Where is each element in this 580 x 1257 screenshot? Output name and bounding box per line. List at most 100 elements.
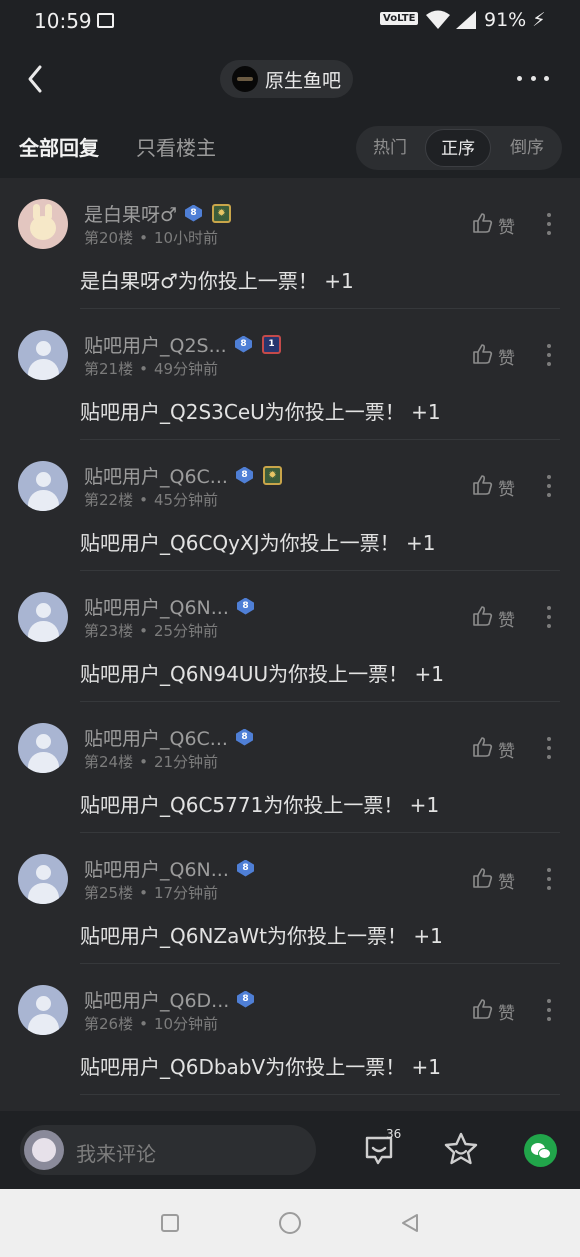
reply-item[interactable]: 贴吧用户_Q6N... 8 第23楼 • 25分钟前 赞贴吧用户_Q6N94UU为你投上一… xyxy=(0,571,580,702)
thumbs-up-icon xyxy=(472,474,498,501)
like-button[interactable]: 赞 xyxy=(472,605,515,632)
username[interactable]: 贴吧用户_Q2S... xyxy=(84,331,227,358)
rank-badge-icon: 1 xyxy=(262,334,281,354)
thumbs-up-icon xyxy=(472,736,498,763)
sort-segmented-control: 热门 正序 倒序 xyxy=(356,126,562,170)
level-badge-icon: 8 xyxy=(237,859,254,877)
like-label: 赞 xyxy=(498,873,515,893)
post-meta: 第24楼 • 21分钟前 xyxy=(84,751,218,772)
post-meta: 第21楼 • 49分钟前 xyxy=(84,358,218,379)
comment-input[interactable]: 我来评论 xyxy=(20,1125,316,1175)
more-options-icon[interactable] xyxy=(517,76,549,84)
reply-count-badge: 36 xyxy=(386,1127,402,1141)
reply-filter-tabs: 全部回复 只看楼主 热门 正序 倒序 xyxy=(0,114,580,178)
like-button[interactable]: 赞 xyxy=(472,998,515,1025)
user-badges: 8 xyxy=(237,858,264,878)
meta-dot: • xyxy=(139,884,148,902)
post-more-icon[interactable] xyxy=(546,606,552,628)
back-chevron-icon[interactable] xyxy=(22,62,52,96)
post-more-icon[interactable] xyxy=(546,344,552,366)
like-button[interactable]: 赞 xyxy=(472,474,515,501)
like-label: 赞 xyxy=(498,1004,515,1024)
post-time: 10小时前 xyxy=(153,229,219,247)
post-more-icon[interactable] xyxy=(546,475,552,497)
user-badges: 81 xyxy=(235,334,281,354)
system-back-icon[interactable] xyxy=(399,1212,421,1234)
post-time: 21分钟前 xyxy=(153,753,219,771)
user-avatar[interactable] xyxy=(18,723,68,773)
divider xyxy=(80,1094,560,1095)
reply-item[interactable]: 贴吧用户_Q6C... 8 第24楼 • 21分钟前 赞贴吧用户_Q6C5771为你投上一… xyxy=(0,702,580,833)
forum-title-button[interactable]: 原生鱼吧 xyxy=(220,60,354,98)
star-favorite-icon[interactable] xyxy=(443,1131,479,1167)
reply-content: 贴吧用户_Q2S3CeU为你投上一票！ +1 xyxy=(80,400,441,424)
username[interactable]: 贴吧用户_Q6D... xyxy=(84,986,229,1013)
volte-icon: VoLTE xyxy=(380,12,419,25)
floor-number: 第21楼 xyxy=(84,360,134,378)
user-avatar[interactable] xyxy=(18,461,68,511)
home-icon[interactable] xyxy=(279,1212,301,1234)
post-time: 17分钟前 xyxy=(153,884,219,902)
meta-dot: • xyxy=(139,491,148,509)
meta-dot: • xyxy=(139,622,148,640)
like-label: 赞 xyxy=(498,349,515,369)
status-bar: 10:59 VoLTE 91% ⚡ xyxy=(0,0,580,44)
post-more-icon[interactable] xyxy=(546,868,552,890)
reply-item[interactable]: 是白果呀♂ 8 ✹ 第20楼 • 10小时前 赞是白果呀♂为你投上一票！ +1 xyxy=(0,178,580,309)
username[interactable]: 贴吧用户_Q6N... xyxy=(84,593,229,620)
top-nav-bar: 原生鱼吧 xyxy=(0,44,580,114)
charging-icon: ⚡ xyxy=(532,9,546,31)
reply-item[interactable]: 贴吧用户_Q6N... 8 第25楼 • 17分钟前 赞贴吧用户_Q6NZaWt为你投上一… xyxy=(0,833,580,964)
sort-descending[interactable]: 倒序 xyxy=(499,126,555,170)
signal-icon xyxy=(456,11,476,29)
user-badges: 8 ✹ xyxy=(236,465,282,485)
reply-content: 贴吧用户_Q6N94UU为你投上一票！ +1 xyxy=(80,662,444,686)
like-label: 赞 xyxy=(498,611,515,631)
recent-apps-icon[interactable] xyxy=(161,1214,179,1232)
post-meta: 第26楼 • 10分钟前 xyxy=(84,1013,218,1034)
level-badge-icon: 8 xyxy=(237,990,254,1008)
user-avatar[interactable] xyxy=(18,854,68,904)
username[interactable]: 贴吧用户_Q6N... xyxy=(84,855,229,882)
system-nav-bar xyxy=(0,1189,580,1257)
reply-item[interactable]: 贴吧用户_Q6C... 8 ✹ 第22楼 • 45分钟前赞贴吧用户_Q6CQyXJ为你投上… xyxy=(0,440,580,571)
tab-all-replies[interactable]: 全部回复 xyxy=(19,132,99,161)
wechat-share-icon[interactable] xyxy=(524,1134,557,1167)
like-button[interactable]: 赞 xyxy=(472,343,515,370)
floor-number: 第25楼 xyxy=(84,884,134,902)
level-badge-icon: 8 xyxy=(185,204,202,222)
level-badge-icon: 8 xyxy=(236,466,253,484)
sort-hot[interactable]: 热门 xyxy=(362,126,418,170)
user-avatar[interactable] xyxy=(18,985,68,1035)
post-more-icon[interactable] xyxy=(546,737,552,759)
post-meta: 第25楼 • 17分钟前 xyxy=(84,882,218,903)
username[interactable]: 是白果呀♂ xyxy=(84,200,177,227)
user-badges: 8 xyxy=(237,989,264,1009)
tab-op-only[interactable]: 只看楼主 xyxy=(136,132,216,161)
like-button[interactable]: 赞 xyxy=(472,867,515,894)
floor-number: 第26楼 xyxy=(84,1015,134,1033)
user-avatar[interactable] xyxy=(18,199,68,249)
bottom-action-bar: 我来评论 36 xyxy=(0,1111,580,1189)
wifi-icon xyxy=(426,10,450,29)
user-badges: 8 ✹ xyxy=(185,203,231,223)
post-meta: 第22楼 • 45分钟前 xyxy=(84,489,218,510)
user-avatar[interactable] xyxy=(18,330,68,380)
post-more-icon[interactable] xyxy=(546,213,552,235)
reply-item[interactable]: 贴吧用户_Q2S... 8 1 第21楼 • 49分钟前 赞贴吧用户_Q2S3CeU为你投上… xyxy=(0,309,580,440)
reply-item[interactable]: 贴吧用户_Q6D... 8 第26楼 • 10分钟前 赞贴吧用户_Q6DbabV为你投上一… xyxy=(0,964,580,1095)
post-time: 10分钟前 xyxy=(153,1015,219,1033)
post-meta: 第20楼 • 10小时前 xyxy=(84,227,218,248)
forum-name: 原生鱼吧 xyxy=(265,69,342,92)
user-avatar[interactable] xyxy=(18,592,68,642)
post-time: 45分钟前 xyxy=(153,491,219,509)
like-button[interactable]: 赞 xyxy=(472,736,515,763)
post-more-icon[interactable] xyxy=(546,999,552,1021)
meta-dot: • xyxy=(139,753,148,771)
username[interactable]: 贴吧用户_Q6C... xyxy=(84,462,228,489)
sort-ascending[interactable]: 正序 xyxy=(425,129,491,167)
like-button[interactable]: 赞 xyxy=(472,212,515,239)
reply-content: 是白果呀♂为你投上一票！ +1 xyxy=(80,269,354,293)
username[interactable]: 贴吧用户_Q6C... xyxy=(84,724,228,751)
thumbs-up-icon xyxy=(472,867,498,894)
